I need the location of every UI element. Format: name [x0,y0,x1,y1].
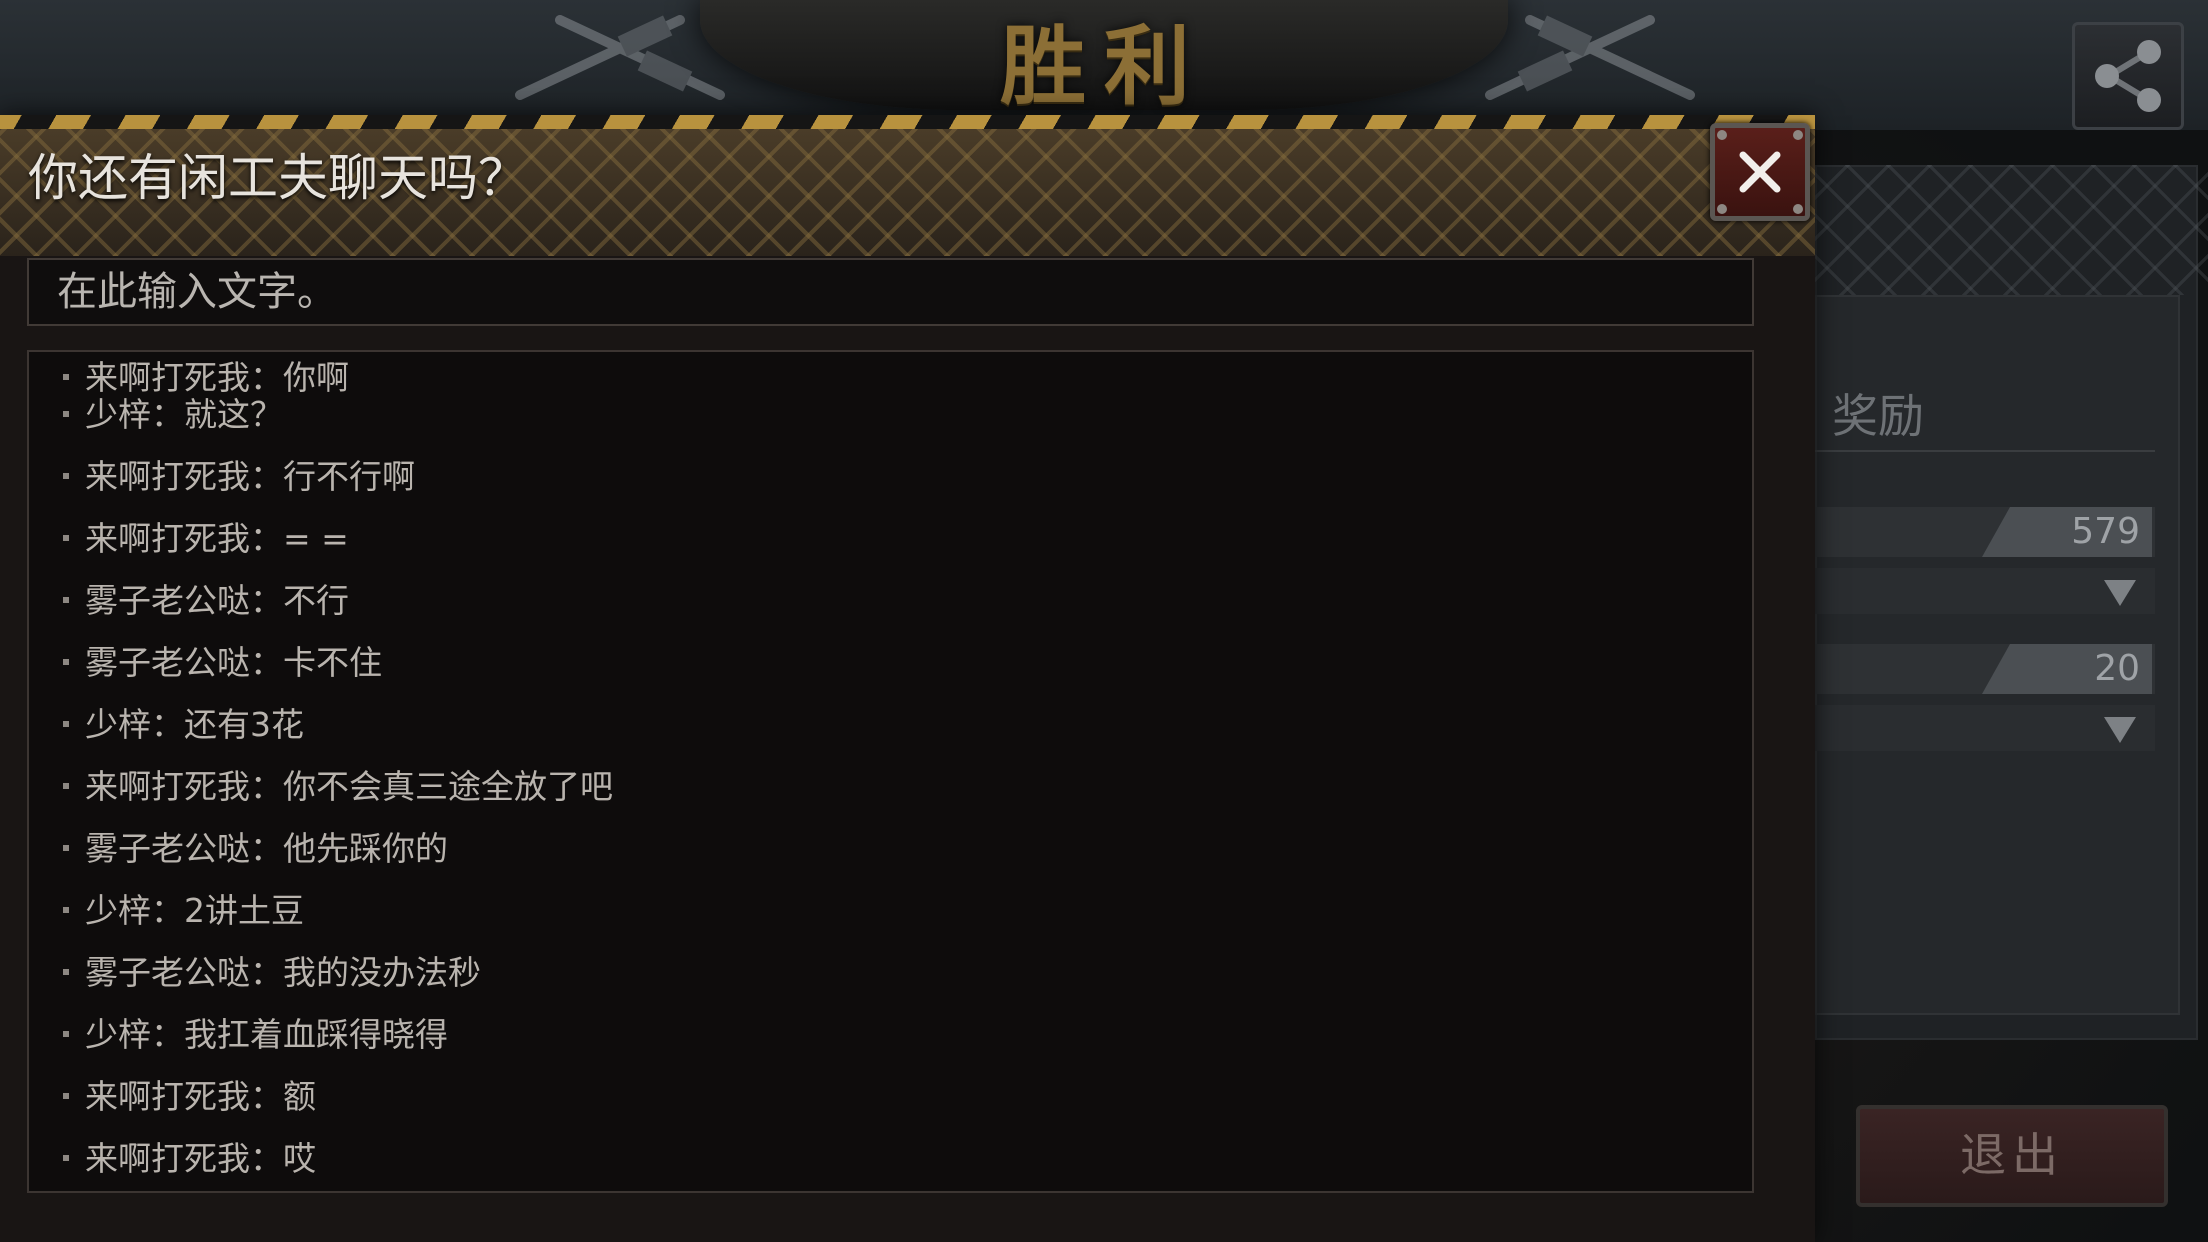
share-button[interactable] [2072,22,2184,130]
chat-input[interactable] [27,258,1754,326]
chevron-down-icon[interactable] [2104,580,2136,606]
chat-message: 少梓：就这？ [63,387,283,437]
close-icon [1739,151,1781,193]
chat-message: 少梓：我扛着血踩得晓得 [63,1007,448,1057]
chat-message: 雾子老公哒：不行 [63,573,349,623]
rivet [1793,204,1803,214]
chat-message: 少梓：2讲土豆 [63,883,304,933]
bullet-icon [63,721,69,727]
reward-title: 奖励 [1832,389,1924,443]
chat-message-text: 雾子老公哒：我的没办法秒 [85,953,481,992]
reward-value-2: 20 [1982,644,2152,694]
hazard-stripe [0,115,1815,129]
chat-message-text: 来啊打死我：哎 [85,1139,316,1178]
chat-message: 雾子老公哒：我的没办法秒 [63,945,481,995]
bullet-icon [63,907,69,913]
bullet-icon [63,1093,69,1099]
reward-value-1: 579 [1982,507,2152,557]
chat-message-text: 少梓：我扛着血踩得晓得 [85,1015,448,1054]
bullet-icon [63,374,69,380]
game-results-screen: 胜利 奖励 579 20 退出 你还有闲工夫聊天吗？ 在此输入文字。 来啊打死我… [0,0,2208,1242]
rivet [1717,204,1727,214]
bullet-icon [63,783,69,789]
victory-title: 胜利 [1000,16,1208,117]
rivet [1717,130,1727,140]
chat-message-text: 来啊打死我：= = [85,519,349,558]
chat-message: 来啊打死我：行不行啊 [63,449,415,499]
reward-divider [1815,450,2155,452]
rivet [1793,130,1803,140]
bullet-icon [63,473,69,479]
chevron-down-icon[interactable] [2104,717,2136,743]
bullet-icon [63,1155,69,1161]
chat-message-text: 来啊打死我：行不行啊 [85,457,415,496]
chat-message: 来啊打死我：= = [63,511,349,561]
bullet-icon [63,597,69,603]
bullet-icon [63,535,69,541]
chat-dialog-title: 你还有闲工夫聊天吗？ [28,149,528,207]
close-button[interactable] [1710,123,1810,221]
chat-message-text: 雾子老公哒：他先踩你的 [85,829,448,868]
chat-message-text: 雾子老公哒：卡不住 [85,643,382,682]
chat-message-text: 来啊打死我：你不会真三途全放了吧 [85,767,613,806]
bullet-icon [63,845,69,851]
bullet-icon [63,1031,69,1037]
bullet-icon [63,659,69,665]
chat-message: 来啊打死我：额 [63,1069,316,1119]
share-icon [2095,40,2161,112]
chat-message: 来啊打死我：哎 [63,1131,316,1181]
exit-button[interactable]: 退出 [1856,1105,2168,1207]
chat-message: 雾子老公哒：卡不住 [63,635,382,685]
chat-message: 来啊打死我：你不会真三途全放了吧 [63,759,613,809]
chat-message-text: 雾子老公哒：不行 [85,581,349,620]
chat-log[interactable]: 来啊打死我：你啊 少梓：就这？ 来啊打死我：行不行啊 来啊打死我：= = 雾子老… [27,350,1754,1193]
bullet-icon [63,969,69,975]
chat-message-text: 来啊打死我：额 [85,1077,316,1116]
side-panel-mesh [1815,165,2208,295]
chat-message-text: 少梓：2讲土豆 [85,891,304,930]
bullet-icon [63,411,69,417]
chat-message-text: 少梓：还有3花 [85,705,304,744]
chat-message: 雾子老公哒：他先踩你的 [63,821,448,871]
chat-message: 少梓：还有3花 [63,697,304,747]
chat-message-text: 少梓：就这？ [85,395,283,434]
